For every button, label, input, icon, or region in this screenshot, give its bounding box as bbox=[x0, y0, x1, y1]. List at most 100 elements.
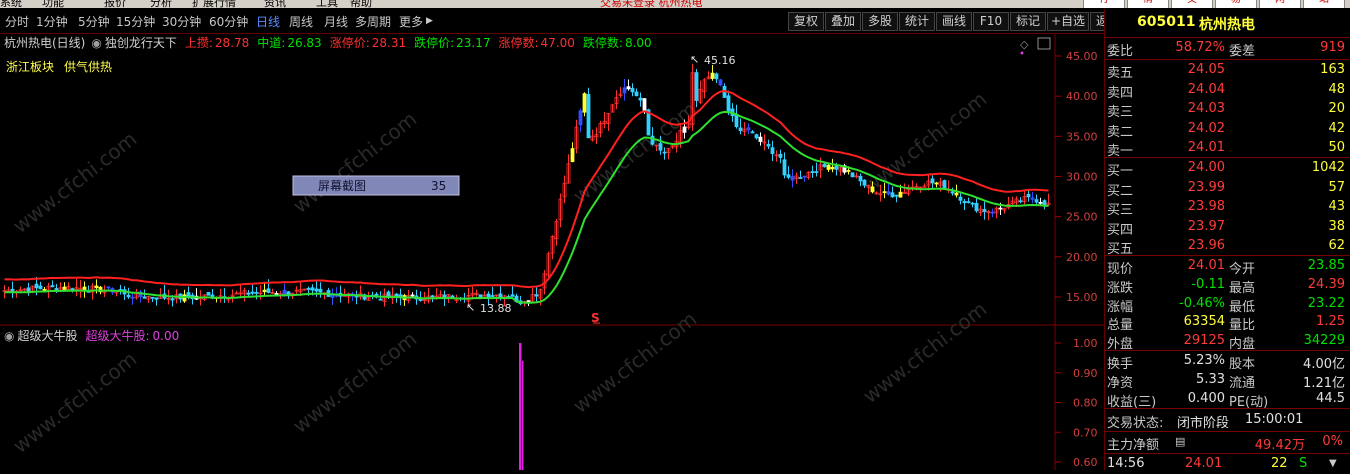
top-right-button[interactable]: 行 bbox=[1083, 0, 1125, 8]
period-tab[interactable]: 60分钟 bbox=[209, 13, 248, 30]
candle-body bbox=[786, 174, 791, 178]
period-tab[interactable]: 15分钟 bbox=[116, 13, 155, 30]
kline-chart[interactable]: 45.00 40.00 35.00 30.00 25.00 20.00 15.00 1.00 0… bbox=[0, 34, 1104, 470]
toolbar-button[interactable]: 多股 bbox=[862, 12, 898, 31]
stat-label: 最高 bbox=[1229, 280, 1256, 296]
menu-item[interactable]: 报价 bbox=[104, 0, 126, 8]
sub-y-tick-label: 1.00 bbox=[1073, 337, 1098, 350]
stat-row: 换手 5.23% 股本 4.00亿 bbox=[1105, 352, 1350, 372]
toolbar-button[interactable]: 标记 bbox=[1010, 12, 1046, 31]
y-tick-label: 35.00 bbox=[1066, 130, 1098, 143]
buy-order-row[interactable]: 买一 24.00 1042 bbox=[1105, 159, 1350, 179]
period-tab[interactable]: 5分钟 bbox=[78, 13, 110, 30]
period-tab[interactable]: 分时 bbox=[5, 13, 29, 30]
menu-item[interactable]: 资讯 bbox=[264, 0, 286, 8]
candle-body bbox=[682, 126, 687, 133]
toolbar-button[interactable]: 复权 bbox=[788, 12, 824, 31]
top-right-button[interactable]: 站 bbox=[1303, 0, 1345, 8]
candle-body bbox=[930, 178, 935, 184]
menu-bar: 系统 功能 报价 分析 扩展行情 资讯 工具 帮助 交易未登录 杭州热电 行情交易网站 bbox=[0, 0, 1350, 8]
period-tab[interactable]: 日线 bbox=[256, 13, 280, 30]
period-tab[interactable]: 多周期 bbox=[355, 13, 391, 30]
trade-state-time: 15:00:01 bbox=[1245, 412, 1304, 427]
top-right-button[interactable]: 情 bbox=[1127, 0, 1169, 8]
sell-order-row[interactable]: 卖四 24.04 48 bbox=[1105, 81, 1350, 101]
status-dot bbox=[1020, 51, 1024, 55]
candle-body bbox=[586, 94, 591, 139]
candle-body bbox=[810, 171, 815, 173]
main-flow-pct: 0% bbox=[1322, 434, 1343, 449]
stat-row: 涨幅 -0.46% 最低 23.22 bbox=[1105, 295, 1350, 315]
candle-body bbox=[642, 98, 647, 111]
buy-order-row[interactable]: 买四 23.97 38 bbox=[1105, 218, 1350, 238]
sell-order-row[interactable]: 卖三 24.03 20 bbox=[1105, 100, 1350, 120]
toolbar-button[interactable]: 统计 bbox=[899, 12, 935, 31]
menu-item[interactable]: 系统 bbox=[0, 0, 22, 8]
stat-label: 量比 bbox=[1229, 318, 1256, 334]
sector-tags: 浙江板块 供气供热 bbox=[6, 59, 112, 74]
period-tab[interactable]: 1分钟 bbox=[36, 13, 68, 30]
menu-item[interactable]: 分析 bbox=[150, 0, 172, 8]
candle-body bbox=[1042, 200, 1047, 206]
chart-area: 45.00 40.00 35.00 30.00 25.00 20.00 15.00 1.00 0… bbox=[0, 34, 1104, 470]
sell-order-row[interactable]: 卖一 24.01 50 bbox=[1105, 139, 1350, 159]
candle-body bbox=[942, 180, 947, 190]
y-tick-label: 30.00 bbox=[1066, 171, 1098, 184]
stat-label: 涨跌 bbox=[1107, 280, 1134, 296]
sub-y-tick-label: 0.70 bbox=[1073, 426, 1098, 439]
sell-order-row[interactable]: 卖二 24.02 42 bbox=[1105, 120, 1350, 140]
scroll-arrow-icon[interactable]: ▼ bbox=[1329, 458, 1337, 469]
watermark: www.cfchi.com bbox=[288, 107, 421, 218]
period-tab[interactable]: 30分钟 bbox=[162, 13, 201, 30]
list-icon[interactable]: ▤ bbox=[1175, 435, 1185, 448]
order-price: 24.03 bbox=[1187, 101, 1225, 116]
stock-code: 605011 bbox=[1137, 14, 1196, 30]
stat-row: 涨跌 -0.11 最高 24.39 bbox=[1105, 276, 1350, 296]
stat-value: 23.85 bbox=[1307, 258, 1345, 273]
order-price: 24.04 bbox=[1187, 81, 1225, 97]
candle-body bbox=[658, 143, 663, 151]
order-price: 23.99 bbox=[1187, 179, 1225, 195]
top-right-button[interactable]: 网 bbox=[1259, 0, 1301, 8]
candle-body bbox=[982, 209, 987, 213]
buy-order-row[interactable]: 买二 23.99 57 bbox=[1105, 179, 1350, 199]
menu-item[interactable]: 工具 bbox=[316, 0, 338, 8]
candle-body bbox=[798, 177, 803, 179]
order-volume: 62 bbox=[1328, 238, 1345, 253]
stat-value: 34229 bbox=[1303, 333, 1345, 349]
sub-y-tick-label: 0.80 bbox=[1073, 397, 1098, 410]
toolbar-button[interactable]: +自选 bbox=[1047, 12, 1089, 31]
period-tab[interactable]: 更多 bbox=[399, 13, 423, 30]
candle-body bbox=[834, 165, 839, 170]
menu-item[interactable]: 功能 bbox=[42, 0, 64, 8]
sell-order-row[interactable]: 卖五 24.05 163 bbox=[1105, 61, 1350, 81]
candle-body bbox=[802, 175, 807, 178]
order-volume: 38 bbox=[1328, 218, 1345, 234]
candle-body bbox=[150, 296, 155, 299]
stat-label: 股本 bbox=[1229, 357, 1256, 372]
candle-body bbox=[250, 291, 255, 294]
toolbar-button[interactable]: F10 bbox=[973, 12, 1009, 31]
candle-body bbox=[998, 207, 1003, 210]
candle-body bbox=[846, 170, 851, 172]
menu-item[interactable]: 帮助 bbox=[350, 0, 372, 8]
candle-body bbox=[778, 153, 783, 158]
stat-label: 换手 bbox=[1107, 357, 1134, 372]
collapse-icon[interactable]: ◇ bbox=[1020, 38, 1029, 51]
top-right-button[interactable]: 易 bbox=[1215, 0, 1257, 8]
buy-order-row[interactable]: 买三 23.98 43 bbox=[1105, 198, 1350, 218]
period-tab[interactable]: 月线 bbox=[324, 13, 348, 30]
period-tab[interactable]: 周线 bbox=[289, 13, 313, 30]
dropdown-icon[interactable]: ▶ bbox=[426, 16, 433, 26]
buy-order-row[interactable]: 买五 23.96 62 bbox=[1105, 237, 1350, 257]
stat-label: 流通 bbox=[1229, 375, 1256, 391]
toolbar-button[interactable]: 画线 bbox=[936, 12, 972, 31]
toolbar-button[interactable]: 叠加 bbox=[825, 12, 861, 31]
menu-item[interactable]: 扩展行情 bbox=[192, 0, 236, 8]
sub-y-tick-label: 0.90 bbox=[1073, 367, 1098, 380]
top-right-button[interactable]: 交 bbox=[1171, 0, 1213, 8]
maximize-icon[interactable] bbox=[1037, 37, 1051, 50]
candle-body bbox=[990, 211, 995, 214]
candle-body bbox=[714, 73, 719, 80]
y-tick-label: 45.00 bbox=[1066, 50, 1098, 63]
